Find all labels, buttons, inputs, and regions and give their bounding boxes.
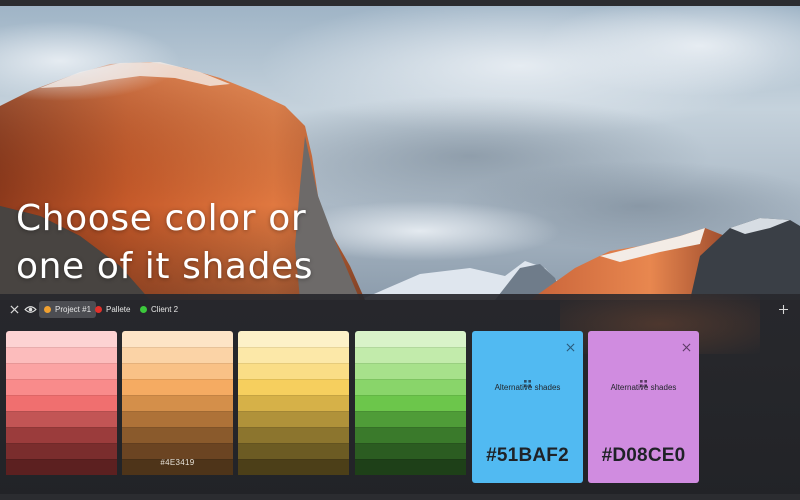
shade-green-6[interactable] xyxy=(355,411,466,427)
tag-color-dot xyxy=(140,306,147,313)
grid-icon xyxy=(640,374,647,387)
tag-pallete[interactable]: Pallete xyxy=(90,301,135,318)
shade-yellow-6[interactable] xyxy=(238,411,349,427)
shade-yellow-3[interactable] xyxy=(238,363,349,379)
shade-green-3[interactable] xyxy=(355,363,466,379)
shade-green-5[interactable] xyxy=(355,395,466,411)
hex-value: #D08CE0 xyxy=(601,445,686,466)
swatch-green[interactable] xyxy=(355,331,466,483)
swatch-orange[interactable]: #4E3419 xyxy=(122,331,233,483)
shade-red-4[interactable] xyxy=(6,379,117,395)
shade-orange-7[interactable] xyxy=(122,427,233,443)
shade-yellow-1[interactable] xyxy=(238,331,349,347)
hero-title-line-1: Choose color or xyxy=(16,198,307,239)
shade-orange-2[interactable] xyxy=(122,347,233,363)
close-icon[interactable] xyxy=(566,339,575,352)
shade-orange-4[interactable] xyxy=(122,379,233,395)
shade-red-1[interactable] xyxy=(6,331,117,347)
shade-red-2[interactable] xyxy=(6,347,117,363)
shade-red-7[interactable] xyxy=(6,427,117,443)
close-icon[interactable] xyxy=(682,339,691,352)
shade-yellow-7[interactable] xyxy=(238,427,349,443)
plus-icon[interactable] xyxy=(776,302,790,316)
tag-color-dot xyxy=(44,306,51,313)
eye-icon[interactable] xyxy=(23,302,37,316)
swatch-row: #4E3419 Alternative shades #51BAF2 Alter… xyxy=(0,331,800,483)
tag-project-1[interactable]: Project #1 xyxy=(39,301,97,318)
shade-green-9[interactable] xyxy=(355,459,466,475)
tag-color-dot xyxy=(95,306,102,313)
shade-orange-6[interactable] xyxy=(122,411,233,427)
shade-green-2[interactable] xyxy=(355,347,466,363)
alternative-shades-label: Alternative shades xyxy=(610,383,677,392)
shade-green-4[interactable] xyxy=(355,379,466,395)
swatch-hex-label: #4E3419 xyxy=(160,458,195,467)
shade-red-6[interactable] xyxy=(6,411,117,427)
window-top-edge xyxy=(0,0,800,6)
grid-icon xyxy=(524,374,531,387)
alternative-shades-label: Alternative shades xyxy=(494,383,561,392)
tag-label: Pallete xyxy=(106,305,131,314)
close-icon[interactable] xyxy=(7,302,21,316)
shade-yellow-2[interactable] xyxy=(238,347,349,363)
shade-red-5[interactable] xyxy=(6,395,117,411)
window-bottom-edge xyxy=(0,494,800,500)
shade-yellow-8[interactable] xyxy=(238,443,349,459)
shade-orange-3[interactable] xyxy=(122,363,233,379)
shade-red-8[interactable] xyxy=(6,443,117,459)
swatch-red[interactable] xyxy=(6,331,117,483)
alternative-shades-card-purple[interactable]: Alternative shades #D08CE0 xyxy=(588,331,699,483)
shade-orange-8[interactable] xyxy=(122,443,233,459)
shade-green-8[interactable] xyxy=(355,443,466,459)
hero-title: Choose color or one of it shades xyxy=(16,195,416,291)
color-picker-panel: Project #1 Pallete Client 2 #4E3419 Alte… xyxy=(0,294,800,500)
shade-green-7[interactable] xyxy=(355,427,466,443)
shade-green-1[interactable] xyxy=(355,331,466,347)
panel-toolbar: Project #1 Pallete Client 2 xyxy=(0,294,800,324)
shade-yellow-9[interactable] xyxy=(238,459,349,475)
tag-label: Project #1 xyxy=(55,305,92,314)
hero-title-line-2: one of it shades xyxy=(16,246,314,287)
hex-value: #51BAF2 xyxy=(486,445,569,466)
shade-orange-5[interactable] xyxy=(122,395,233,411)
shade-yellow-5[interactable] xyxy=(238,395,349,411)
app-window: Choose color or one of it shades Project… xyxy=(0,0,800,500)
shade-red-9[interactable] xyxy=(6,459,117,475)
alternative-shades-card-blue[interactable]: Alternative shades #51BAF2 xyxy=(472,331,583,483)
tag-label: Client 2 xyxy=(151,305,179,314)
shade-orange-1[interactable] xyxy=(122,331,233,347)
shade-yellow-4[interactable] xyxy=(238,379,349,395)
tag-client-2[interactable]: Client 2 xyxy=(135,301,183,318)
shade-red-3[interactable] xyxy=(6,363,117,379)
swatch-yellow[interactable] xyxy=(238,331,349,483)
